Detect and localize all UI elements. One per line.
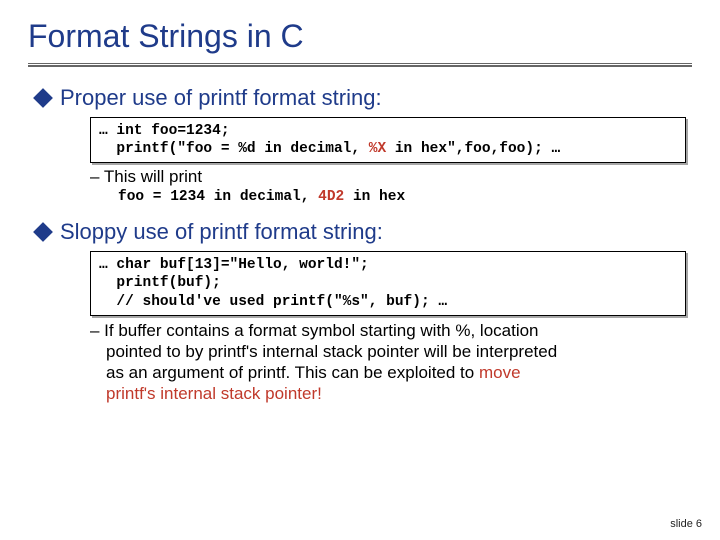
bullet-text: Proper use of printf format string:	[60, 85, 382, 111]
bullet-proper-use: Proper use of printf format string:	[36, 85, 720, 111]
diamond-icon	[33, 88, 53, 108]
code-line: // should've used printf("%s", buf); …	[99, 294, 447, 310]
para-line: as an argument of printf. This can be ex…	[90, 362, 660, 383]
code-line: printf("foo = %d in decimal,	[99, 141, 369, 157]
code-line: in hex",foo,foo); …	[386, 141, 560, 157]
bullet-sloppy-use: Sloppy use of printf format string:	[36, 219, 720, 245]
slide-title: Format Strings in C	[0, 0, 720, 63]
code-highlight: %X	[369, 141, 386, 157]
explanation-paragraph: – If buffer contains a format symbol sta…	[90, 320, 660, 405]
sub-will-print: – This will print	[90, 167, 720, 187]
diamond-icon	[33, 222, 53, 242]
para-text: as an argument of printf. This can be ex…	[106, 363, 479, 382]
output-text: foo = 1234 in decimal,	[118, 189, 318, 205]
para-highlight: move	[479, 363, 521, 382]
code-line: printf(buf);	[99, 275, 221, 291]
code-line: … char buf[13]="Hello, world!";	[99, 257, 369, 273]
bullet-text: Sloppy use of printf format string:	[60, 219, 383, 245]
para-line: – If buffer contains a format symbol sta…	[90, 321, 539, 340]
title-underline	[28, 63, 692, 67]
code-box-sloppy: … char buf[13]="Hello, world!"; printf(b…	[90, 251, 686, 315]
printed-output: foo = 1234 in decimal, 4D2 in hex	[118, 189, 720, 205]
output-text: in hex	[344, 189, 405, 205]
output-highlight: 4D2	[318, 189, 344, 205]
slide-number: slide 6	[670, 518, 702, 530]
para-line: pointed to by printf's internal stack po…	[90, 341, 660, 362]
para-highlight: printf's internal stack pointer!	[90, 383, 660, 404]
code-line: … int foo=1234;	[99, 123, 230, 139]
code-box-proper: … int foo=1234; printf("foo = %d in deci…	[90, 117, 686, 163]
